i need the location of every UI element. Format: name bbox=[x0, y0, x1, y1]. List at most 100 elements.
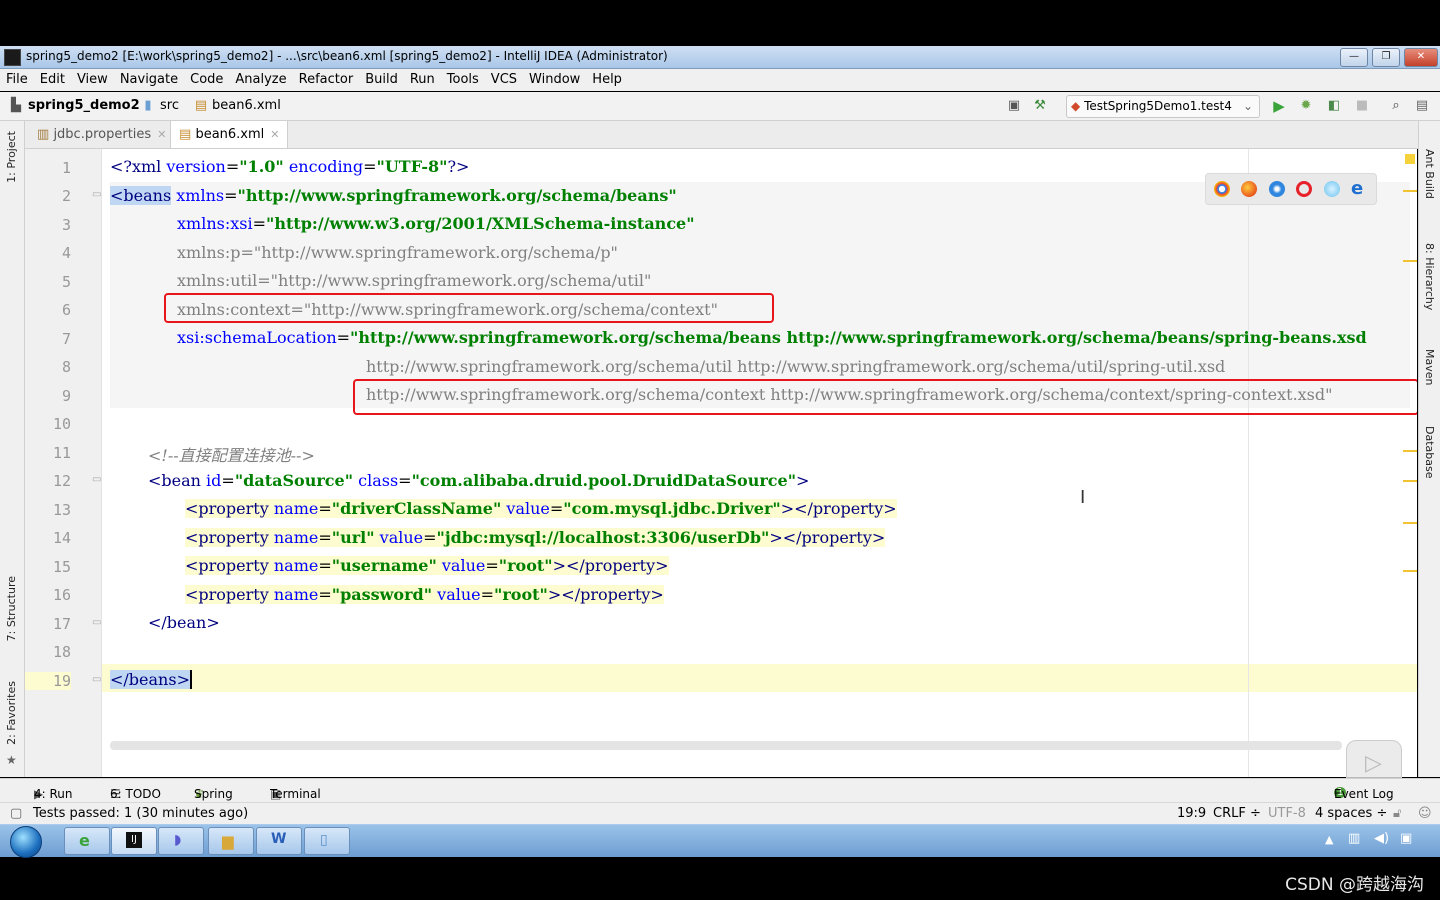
breadcrumb-folder[interactable]: src bbox=[160, 98, 179, 113]
warning-indicator-icon[interactable] bbox=[1405, 154, 1415, 164]
token: version bbox=[166, 157, 226, 176]
code-line-17: </bean> bbox=[148, 613, 220, 632]
line-number-gutter: 1 2 3 4 5 6 7 8 9 10 11 12 13 14 15 16 1… bbox=[25, 149, 102, 777]
taskbar-explorer[interactable]: ▆ bbox=[208, 827, 254, 855]
tool-ant-build[interactable]: Ant Build bbox=[1423, 149, 1436, 199]
build-hammer-icon[interactable]: ⚒ bbox=[1032, 98, 1048, 114]
tray-device-icon[interactable]: ▥ bbox=[1348, 831, 1360, 846]
token: = bbox=[225, 157, 240, 176]
tray-arrow-icon[interactable]: ▲ bbox=[1325, 833, 1333, 846]
tool-hierarchy[interactable]: 8: Hierarchy bbox=[1423, 243, 1436, 310]
chrome-icon[interactable] bbox=[1214, 181, 1230, 197]
edge-icon[interactable]: e bbox=[1351, 180, 1367, 198]
lock-icon[interactable]: 🔓︎ bbox=[1393, 806, 1401, 821]
code-line-1: <?xml version="1.0" encoding="UTF-8"?> bbox=[110, 157, 469, 176]
close-button[interactable]: ✕ bbox=[1404, 48, 1438, 67]
firefox-icon[interactable] bbox=[1241, 181, 1257, 197]
menu-tools[interactable]: Tools bbox=[441, 69, 485, 91]
start-button[interactable] bbox=[10, 826, 42, 858]
code-line-7: xsi:schemaLocation="http://www.springfra… bbox=[177, 328, 1367, 347]
ie-icon: e bbox=[79, 831, 90, 850]
line-number: 2 bbox=[61, 187, 71, 205]
code-line-15: <property name="username" value="root"><… bbox=[185, 556, 669, 575]
tool-label: 6: TODO bbox=[110, 787, 161, 801]
taskbar-word[interactable]: W bbox=[256, 827, 302, 855]
safari-icon[interactable] bbox=[1269, 181, 1285, 197]
tool-structure[interactable]: 7: Structure bbox=[5, 576, 18, 641]
ie-icon[interactable] bbox=[1324, 181, 1340, 197]
token: = bbox=[221, 471, 235, 490]
menu-navigate[interactable]: Navigate bbox=[114, 69, 184, 91]
menu-refactor[interactable]: Refactor bbox=[293, 69, 360, 91]
browser-preview-bar: e bbox=[1205, 173, 1377, 205]
token: ></property> bbox=[769, 528, 886, 547]
code-editor[interactable]: <?xml version="1.0" encoding="UTF-8"?> <… bbox=[102, 149, 1417, 777]
menu-help[interactable]: Help bbox=[586, 69, 628, 91]
taskbar-app[interactable]: ◗ bbox=[158, 827, 204, 855]
fold-icon[interactable]: ▭ bbox=[92, 674, 101, 685]
token: "com.alibaba.druid.pool.DruidDataSource" bbox=[411, 471, 797, 490]
token: xmlns bbox=[171, 186, 225, 205]
project-structure-icon[interactable]: ▤ bbox=[1414, 98, 1430, 114]
menu-file[interactable]: File bbox=[0, 69, 34, 91]
run-icon[interactable]: ▶ bbox=[1271, 98, 1287, 114]
status-message[interactable]: Tests passed: 1 (30 minutes ago) bbox=[33, 806, 248, 821]
inspector-icon[interactable]: ☺ bbox=[1418, 806, 1432, 821]
debug-icon[interactable]: ✹ bbox=[1298, 98, 1314, 114]
stop-icon[interactable]: ■ bbox=[1354, 98, 1370, 114]
line-separator[interactable]: CRLF ÷ bbox=[1213, 806, 1261, 821]
minimize-button[interactable]: — bbox=[1340, 48, 1368, 67]
caret-position[interactable]: 19:9 bbox=[1177, 806, 1206, 821]
menu-code[interactable]: Code bbox=[184, 69, 229, 91]
code-line-4: xmlns:p="http://www.springframework.org/… bbox=[177, 243, 618, 262]
token: <property bbox=[185, 499, 269, 518]
error-marker-stripe bbox=[1403, 150, 1417, 670]
menu-view[interactable]: View bbox=[71, 69, 114, 91]
horizontal-scrollbar[interactable] bbox=[110, 741, 1342, 750]
line-number: 3 bbox=[61, 216, 71, 234]
tab-bean6-xml[interactable]: ▤ bean6.xml ✕ bbox=[170, 121, 289, 148]
breadcrumb-file[interactable]: bean6.xml bbox=[212, 98, 281, 113]
close-tab-icon[interactable]: ✕ bbox=[157, 128, 166, 141]
close-tab-icon[interactable]: ✕ bbox=[270, 128, 279, 141]
tab-jdbc-properties[interactable]: ▥ jdbc.properties ✕ bbox=[29, 121, 174, 148]
menu-build[interactable]: Build bbox=[359, 69, 404, 91]
volume-icon[interactable]: ◀) bbox=[1374, 831, 1389, 846]
opera-icon[interactable] bbox=[1296, 181, 1312, 197]
fold-icon[interactable]: ▭ bbox=[92, 189, 101, 200]
menu-edit[interactable]: Edit bbox=[34, 69, 71, 91]
taskbar-ie[interactable]: e bbox=[64, 827, 110, 855]
network-icon[interactable]: ▣ bbox=[1400, 831, 1412, 846]
menu-run[interactable]: Run bbox=[404, 69, 441, 91]
file-encoding[interactable]: UTF-8 bbox=[1268, 806, 1306, 821]
tool-project[interactable]: 1: Project bbox=[5, 131, 18, 183]
highlight-box-context-schema bbox=[353, 379, 1417, 415]
taskbar-intellij[interactable]: IJ bbox=[111, 827, 157, 855]
current-line-highlight bbox=[102, 664, 1417, 692]
coverage-icon[interactable]: ◧ bbox=[1326, 98, 1342, 114]
line-number: 5 bbox=[61, 273, 71, 291]
menu-vcs[interactable]: VCS bbox=[485, 69, 523, 91]
highlight-box-context-namespace bbox=[164, 293, 774, 323]
fold-icon[interactable]: ▭ bbox=[92, 617, 101, 628]
build-window-icon[interactable]: ▣ bbox=[1006, 98, 1022, 114]
taskbar-notepad[interactable]: ▯ bbox=[304, 827, 350, 855]
indent-setting[interactable]: 4 spaces ÷ bbox=[1315, 806, 1387, 821]
xml-file-icon: ▤ bbox=[194, 98, 208, 113]
search-icon[interactable]: ⌕ bbox=[1388, 98, 1404, 114]
tool-favorites[interactable]: 2: Favorites bbox=[5, 681, 18, 745]
run-configuration-label: TestSpring5Demo1.test4 bbox=[1084, 99, 1232, 113]
token: value bbox=[501, 499, 550, 518]
tool-database[interactable]: Database bbox=[1423, 426, 1436, 479]
status-toggle-icon[interactable]: ▢ bbox=[10, 806, 22, 821]
menu-window[interactable]: Window bbox=[523, 69, 586, 91]
run-configuration-select[interactable]: ◆ TestSpring5Demo1.test4 ⌄ bbox=[1066, 95, 1260, 118]
line-number: 1 bbox=[61, 159, 71, 177]
code-line-2: <beans xmlns="http://www.springframework… bbox=[110, 186, 677, 205]
fold-icon[interactable]: ▭ bbox=[92, 474, 101, 485]
breadcrumb-project[interactable]: spring5_demo2 bbox=[28, 98, 140, 113]
tool-maven[interactable]: Maven bbox=[1423, 349, 1436, 385]
menu-analyze[interactable]: Analyze bbox=[229, 69, 292, 91]
tool-label: 4: Run bbox=[34, 787, 73, 801]
restore-button[interactable]: ❐ bbox=[1372, 48, 1400, 67]
